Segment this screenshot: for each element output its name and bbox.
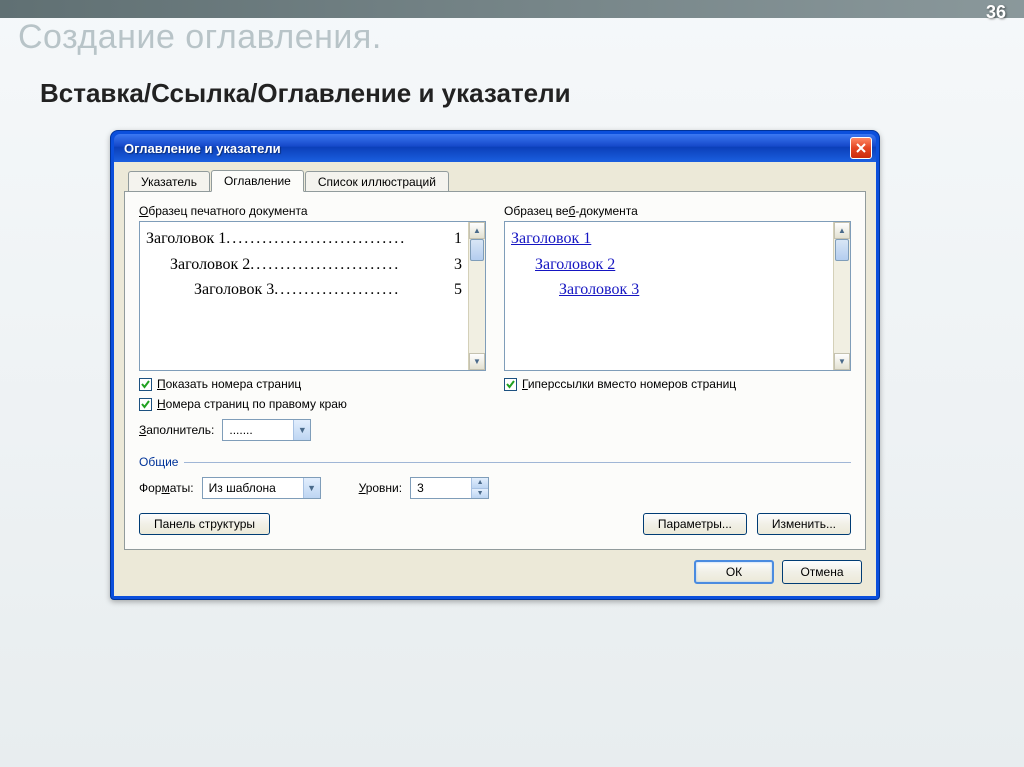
leader-combo[interactable]: ....... ▼ (222, 419, 311, 441)
spinner-down-icon[interactable]: ▼ (472, 489, 488, 499)
chevron-down-icon: ▼ (293, 420, 310, 440)
scroll-up-icon[interactable]: ▲ (469, 222, 485, 239)
cancel-button[interactable]: Отмена (782, 560, 862, 584)
dialog-body: Указатель Оглавление Список иллюстраций … (114, 162, 876, 596)
formats-label: Форматы: (139, 481, 194, 495)
slide-title-faded: Создание оглавления. (18, 18, 382, 57)
checkbox-icon (139, 398, 152, 411)
spinner-up-icon[interactable]: ▲ (472, 478, 488, 489)
print-preview-label: Образец печатного документа (139, 204, 486, 218)
leader-row: Заполнитель: ....... ▼ (139, 419, 486, 441)
toc-line-1: Заголовок 1 ............................… (146, 226, 462, 252)
checkbox-icon (504, 378, 517, 391)
formats-combo[interactable]: Из шаблона ▼ (202, 477, 321, 499)
show-page-numbers-row[interactable]: Показать номера страниц (139, 377, 486, 391)
web-preview-label: Образец веб-документа (504, 204, 851, 218)
print-preview: Заголовок 1 ............................… (139, 221, 486, 371)
levels-spinner[interactable]: 3 ▲ ▼ (410, 477, 489, 499)
checkbox-icon (139, 378, 152, 391)
slide-number: 36 (986, 2, 1006, 23)
print-preview-content: Заголовок 1 ............................… (140, 222, 468, 370)
titlebar[interactable]: Оглавление и указатели (114, 134, 876, 162)
web-link-1[interactable]: Заголовок 1 (511, 230, 591, 247)
chevron-down-icon: ▼ (303, 478, 320, 498)
web-link-2[interactable]: Заголовок 2 (535, 256, 615, 273)
web-preview-scrollbar[interactable]: ▲ ▼ (833, 222, 850, 370)
scroll-down-icon[interactable]: ▼ (469, 353, 485, 370)
right-align-numbers-row[interactable]: Номера страниц по правому краю (139, 397, 486, 411)
tab-panel: Образец печатного документа Заголовок 1 … (124, 191, 866, 550)
ok-button[interactable]: ОК (694, 560, 774, 584)
toc-line-3: Заголовок 3 ..................... 5 (146, 277, 462, 303)
levels-label: Уровни: (359, 481, 402, 495)
dialog-footer: ОК Отмена (124, 550, 866, 586)
tab-toc[interactable]: Оглавление (211, 170, 304, 192)
slide-top-accent (0, 0, 1024, 18)
tabs: Указатель Оглавление Список иллюстраций (124, 170, 866, 192)
close-button[interactable] (850, 137, 872, 159)
tab-figures[interactable]: Список иллюстраций (305, 171, 449, 193)
web-preview: Заголовок 1 Заголовок 2 Заголовок 3 ▲ ▼ (504, 221, 851, 371)
dialog-title: Оглавление и указатели (124, 141, 850, 156)
dialog-window: Оглавление и указатели Указатель Оглавле… (110, 130, 880, 600)
slide-background: 36 Создание оглавления. Вставка/Ссылка/О… (0, 0, 1024, 767)
breadcrumb: Вставка/Ссылка/Оглавление и указатели (40, 78, 571, 109)
web-preview-content: Заголовок 1 Заголовок 2 Заголовок 3 (505, 222, 833, 370)
general-group-label: Общие (139, 455, 851, 469)
outline-panel-button[interactable]: Панель структуры (139, 513, 270, 535)
general-row: Форматы: Из шаблона ▼ Уровни: 3 ▲ ▼ (139, 477, 851, 499)
right-align-numbers-label: Номера страниц по правому краю (157, 397, 347, 411)
toc-line-2: Заголовок 2 ......................... 3 (146, 252, 462, 278)
modify-button[interactable]: Изменить... (757, 513, 851, 535)
scroll-up-icon[interactable]: ▲ (834, 222, 850, 239)
show-page-numbers-label: Показать номера страниц (157, 377, 301, 391)
leader-label: Заполнитель: (139, 423, 214, 437)
tab-index[interactable]: Указатель (128, 171, 210, 193)
scroll-down-icon[interactable]: ▼ (834, 353, 850, 370)
close-icon (855, 142, 867, 154)
hyperlinks-label: Гиперссылки вместо номеров страниц (522, 377, 736, 391)
print-preview-scrollbar[interactable]: ▲ ▼ (468, 222, 485, 370)
options-button[interactable]: Параметры... (643, 513, 747, 535)
web-link-3[interactable]: Заголовок 3 (559, 281, 639, 298)
hyperlinks-row[interactable]: Гиперссылки вместо номеров страниц (504, 377, 851, 391)
